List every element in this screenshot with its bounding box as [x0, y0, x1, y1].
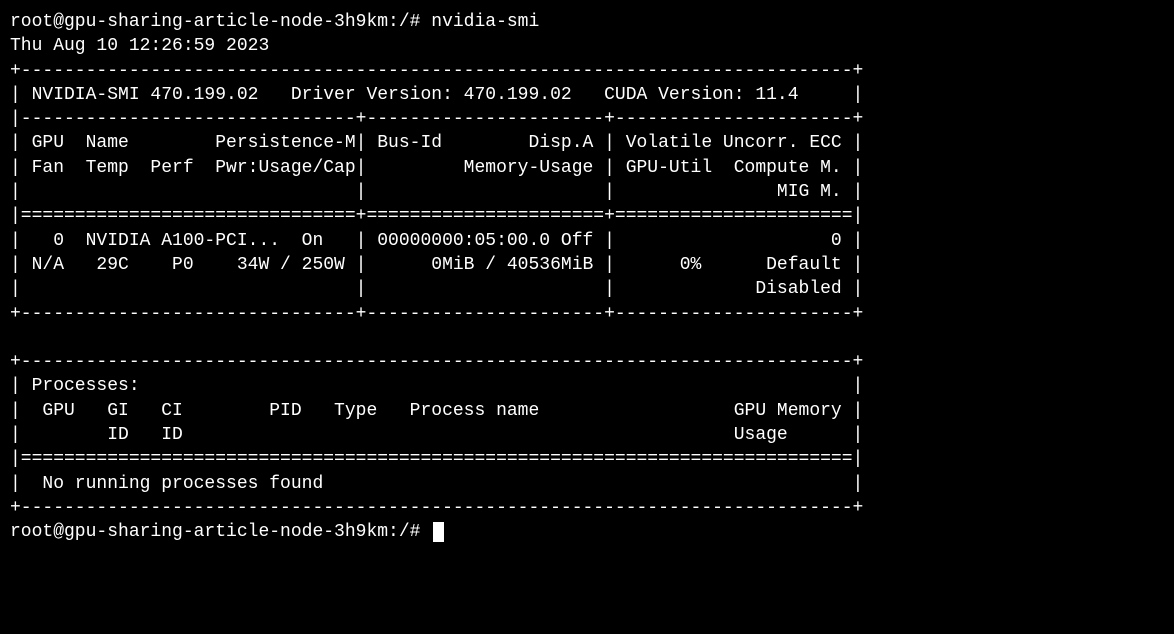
column-header-1: | GPU Name Persistence-M| Bus-Id Disp.A … [10, 133, 863, 153]
proc-header-1: | Processes: | [10, 376, 863, 396]
border-eq: |===============================+=======… [10, 206, 863, 226]
gpu-row-3: | | | Disabled | [10, 279, 863, 299]
column-header-2: | Fan Temp Perf Pwr:Usage/Cap| Memory-Us… [10, 158, 863, 178]
border-sep: |-------------------------------+-------… [10, 109, 863, 129]
proc-border-bottom: +---------------------------------------… [10, 498, 863, 518]
border-top: +---------------------------------------… [10, 61, 863, 81]
proc-none-line: | No running processes found | [10, 474, 863, 494]
gpu-row-1: | 0 NVIDIA A100-PCI... On | 00000000:05:… [10, 231, 863, 251]
proc-header-3: | ID ID Usage | [10, 425, 863, 445]
smi-header-line: | NVIDIA-SMI 470.199.02 Driver Version: … [10, 85, 863, 105]
terminal-prompt-input[interactable]: root@gpu-sharing-article-node-3h9km:/# [10, 522, 431, 542]
proc-border-top: +---------------------------------------… [10, 352, 863, 372]
border-bottom-gpu: +-------------------------------+-------… [10, 304, 863, 324]
blank-line [10, 328, 863, 348]
proc-border-eq: |=======================================… [10, 449, 863, 469]
gpu-row-2: | N/A 29C P0 34W / 250W | 0MiB / 40536Mi… [10, 255, 863, 275]
proc-header-2: | GPU GI CI PID Type Process name GPU Me… [10, 401, 863, 421]
timestamp-line: Thu Aug 10 12:26:59 2023 [10, 36, 269, 56]
cursor-icon [433, 522, 444, 542]
terminal-prompt-line: root@gpu-sharing-article-node-3h9km:/# n… [10, 12, 539, 32]
column-header-3: | | | MIG M. | [10, 182, 863, 202]
